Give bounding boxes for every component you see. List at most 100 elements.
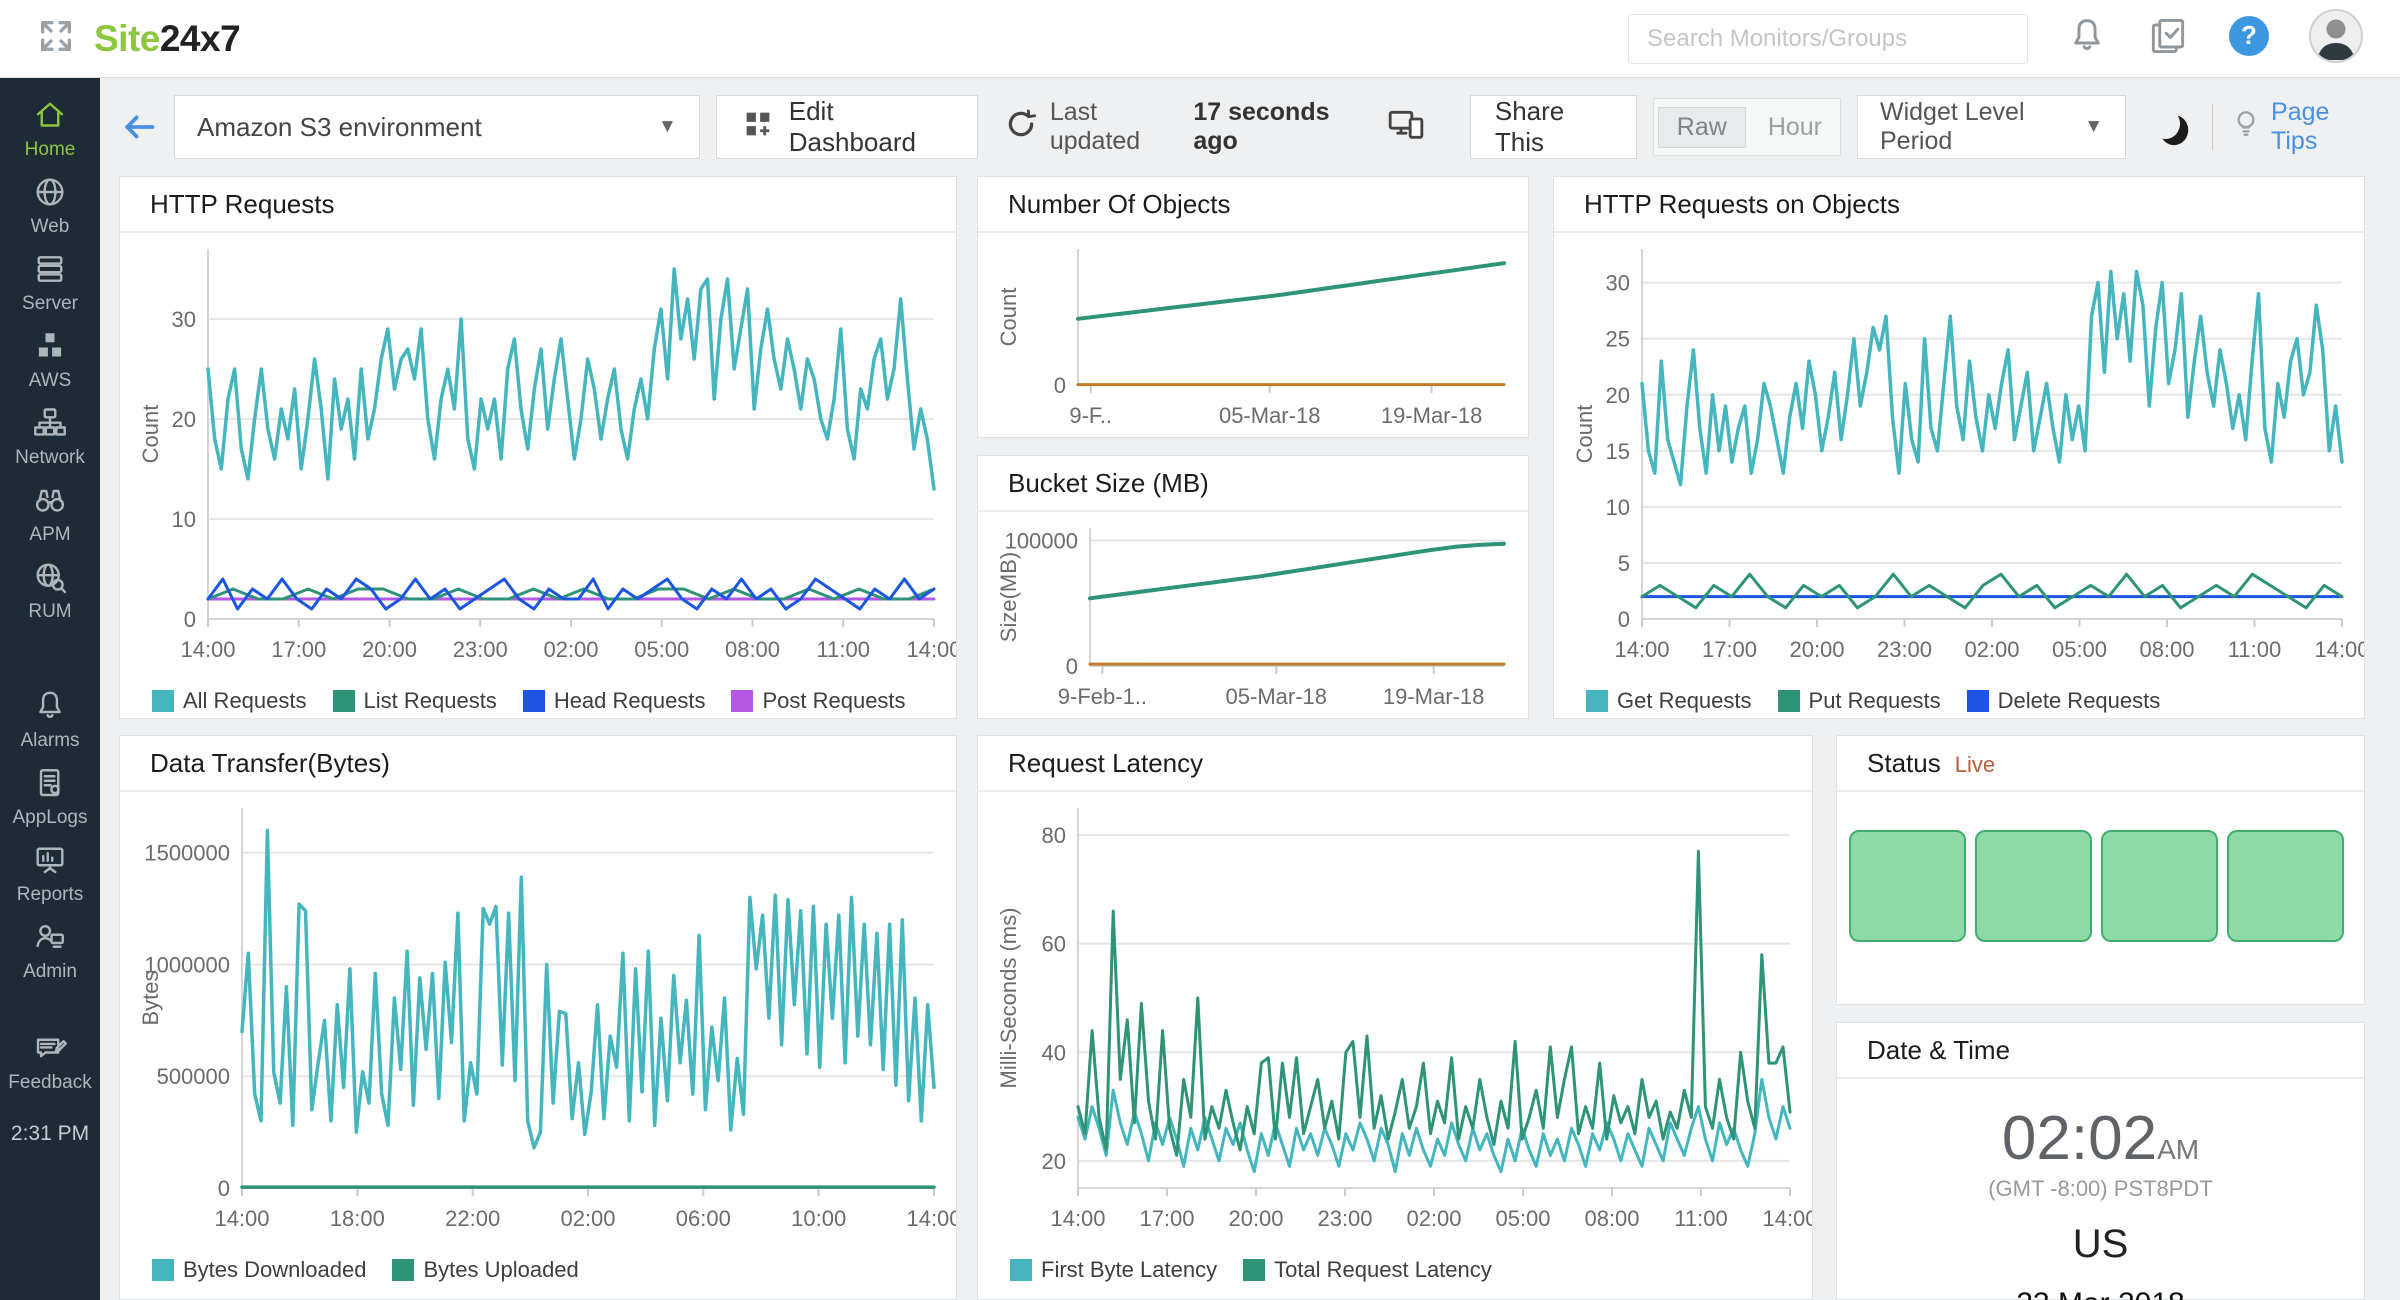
dark-mode-moon-icon[interactable] (2150, 107, 2182, 141)
svg-text:17:00: 17:00 (1702, 637, 1757, 662)
sidebar-item-web[interactable]: Web (0, 169, 100, 246)
svg-text:14:00: 14:00 (1762, 1206, 1812, 1231)
dashboard-header: Amazon S3 environment▼ Edit Dashboard La… (120, 92, 2372, 162)
svg-text:17:00: 17:00 (271, 637, 326, 662)
widget-date-time: Date & Time 02:02AM (GMT -8:00) PST8PDT … (1836, 1022, 2365, 1300)
svg-text:11:00: 11:00 (817, 637, 870, 662)
legend-item[interactable]: Put Requests (1778, 688, 1941, 714)
svg-text:0: 0 (1054, 373, 1066, 398)
feedback-icon (32, 1053, 68, 1070)
tasks-icon[interactable] (2146, 14, 2190, 63)
aws-cubes-icon (32, 351, 68, 368)
svg-text:02:00: 02:00 (1406, 1206, 1461, 1231)
help-icon[interactable]: ? (2228, 15, 2270, 62)
region: US (1837, 1222, 2364, 1267)
legend-swatch (333, 690, 355, 712)
sidebar-item-admin[interactable]: Admin (0, 914, 100, 991)
sidebar-item-label: Network (0, 447, 100, 469)
expand-icon[interactable] (36, 16, 76, 61)
svg-text:1500000: 1500000 (144, 841, 230, 866)
hour-toggle[interactable]: Hour (1750, 108, 1840, 147)
legend-item[interactable]: First Byte Latency (1010, 1257, 1217, 1283)
server-icon (32, 274, 68, 291)
sidebar-item-network[interactable]: Network (0, 400, 100, 477)
raw-toggle[interactable]: Raw (1658, 107, 1746, 148)
sidebar-item-apm[interactable]: APM (0, 477, 100, 554)
admin-icon (32, 942, 68, 959)
sidebar-clock: 2:31 PM (11, 1122, 89, 1146)
bell-icon[interactable] (2066, 15, 2108, 62)
status-box[interactable] (1849, 830, 1966, 942)
svg-text:14:00: 14:00 (180, 637, 235, 662)
http-requests-chart: 010203014:0017:0020:0023:0002:0005:0008:… (120, 233, 956, 673)
search-input[interactable] (1628, 14, 2028, 64)
sidebar-item-home[interactable]: Home (0, 92, 100, 169)
sidebar-item-label: Admin (0, 961, 100, 983)
svg-text:02:00: 02:00 (1964, 637, 2019, 662)
svg-text:Milli-Seconds (ms): Milli-Seconds (ms) (996, 908, 1021, 1089)
chart-legend: Bytes Downloaded Bytes Uploaded (120, 1247, 956, 1293)
legend-item[interactable]: Bytes Uploaded (392, 1257, 578, 1283)
sidebar-item-server[interactable]: Server (0, 246, 100, 323)
legend-item[interactable]: Total Request Latency (1243, 1257, 1492, 1283)
svg-text:17:00: 17:00 (1139, 1206, 1194, 1231)
date: 23 Mar 2018 (1837, 1287, 2364, 1300)
logo[interactable]: Site24x7 (36, 16, 240, 61)
legend-item[interactable]: Head Requests (523, 688, 706, 714)
widget-title: StatusLive (1837, 736, 2364, 792)
sidebar-item-reports[interactable]: Reports (0, 837, 100, 914)
legend-swatch (392, 1259, 414, 1281)
svg-text:5: 5 (1618, 551, 1630, 576)
svg-text:14:00: 14:00 (1614, 637, 1669, 662)
legend-item[interactable]: All Requests (152, 688, 307, 714)
svg-text:20:00: 20:00 (362, 637, 417, 662)
clock-meridiem: AM (2157, 1134, 2199, 1165)
refresh-icon[interactable] (1004, 107, 1038, 148)
legend-swatch (523, 690, 545, 712)
legend-swatch (1967, 690, 1989, 712)
sidebar-item-alarms[interactable]: Alarms (0, 683, 100, 760)
back-icon[interactable] (120, 108, 158, 146)
svg-text:30: 30 (1606, 271, 1630, 296)
legend-item[interactable]: Post Requests (731, 688, 905, 714)
legend-item[interactable]: Get Requests (1586, 688, 1752, 714)
widget-title: Number Of Objects (978, 177, 1528, 233)
status-box[interactable] (2101, 830, 2218, 942)
sidebar-item-rum[interactable]: RUM (0, 554, 100, 631)
devices-icon[interactable] (1386, 104, 1426, 151)
bell-icon (32, 711, 68, 728)
svg-text:14:00: 14:00 (1050, 1206, 1105, 1231)
status-box[interactable] (1975, 830, 2092, 942)
avatar[interactable] (2308, 8, 2364, 69)
request-latency-chart: 2040608014:0017:0020:0023:0002:0005:0008… (978, 792, 1812, 1242)
bucket-size-chart: 01000009-Feb-1..05-Mar-1819-Mar-18Size(M… (978, 512, 1526, 720)
raw-hour-toggle: Raw Hour (1653, 98, 1841, 156)
status-box[interactable] (2227, 830, 2344, 942)
widget-level-period-selector[interactable]: Widget Level Period▼ (1857, 95, 2126, 159)
sidebar-item-label: APM (0, 524, 100, 546)
svg-text:14:00: 14:00 (2314, 637, 2364, 662)
sidebar-item-aws[interactable]: AWS (0, 323, 100, 400)
edit-dashboard-button[interactable]: Edit Dashboard (716, 95, 978, 159)
widget-http-requests: HTTP Requests 010203014:0017:0020:0023:0… (119, 176, 957, 719)
svg-text:80: 80 (1042, 823, 1066, 848)
sidebar-item-applogs[interactable]: AppLogs (0, 760, 100, 837)
legend-item[interactable]: Bytes Downloaded (152, 1257, 366, 1283)
share-this-button[interactable]: Share This (1470, 95, 1637, 159)
page-tips-link[interactable]: Page Tips (2229, 98, 2372, 156)
legend-swatch (1586, 690, 1608, 712)
svg-text:20:00: 20:00 (1228, 1206, 1283, 1231)
legend-item[interactable]: List Requests (333, 688, 497, 714)
svg-text:05:00: 05:00 (634, 637, 689, 662)
legend-item[interactable]: Delete Requests (1967, 688, 2161, 714)
svg-text:18:00: 18:00 (330, 1206, 385, 1231)
home-icon (32, 120, 68, 137)
sidebar-item-feedback[interactable]: Feedback (0, 1025, 100, 1102)
dashboard-selector[interactable]: Amazon S3 environment▼ (174, 95, 700, 159)
sidebar-item-label: AppLogs (0, 807, 100, 829)
svg-text:30: 30 (172, 307, 196, 332)
binoculars-icon (32, 505, 68, 522)
divider (2212, 104, 2213, 150)
svg-text:Count: Count (1572, 405, 1597, 464)
svg-text:05-Mar-18: 05-Mar-18 (1226, 684, 1327, 709)
